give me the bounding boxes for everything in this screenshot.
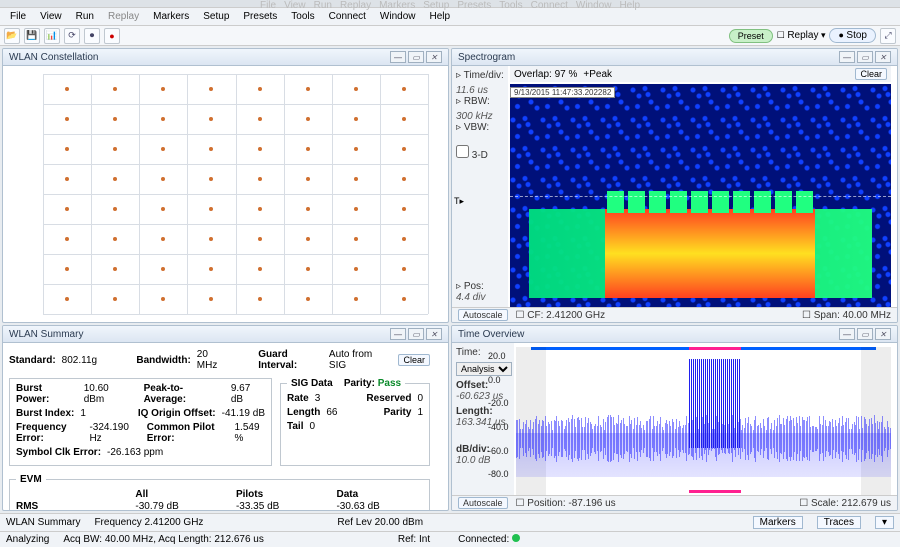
menu-tools[interactable]: Tools <box>285 10 320 23</box>
panel-summary: WLAN Summary —▭✕ Standard: 802.11g Bandw… <box>2 325 449 511</box>
statusbar-2: Analyzing Acq BW: 40.00 MHz, Acq Length:… <box>0 531 900 547</box>
statusbar: WLAN Summary Frequency 2.41200 GHz Ref L… <box>0 513 900 531</box>
refresh-icon[interactable]: ⟳ <box>64 28 80 44</box>
markers-button[interactable]: Markers <box>753 516 803 529</box>
stop-button[interactable]: ● Stop <box>829 28 876 43</box>
timestamp-label: 9/13/2015 11:47:33.202282 <box>510 87 615 98</box>
traces-button[interactable]: Traces <box>817 516 861 529</box>
position-label[interactable]: Position: -87.196 us <box>527 498 615 509</box>
scale-label[interactable]: Scale: 212.679 us <box>811 498 891 509</box>
overlap-label: Overlap: 97 % <box>514 69 577 80</box>
menu-view[interactable]: View <box>34 10 68 23</box>
record-icon[interactable]: ⏺ <box>84 28 100 44</box>
spectrogram-plot[interactable] <box>510 84 891 307</box>
panel-time-overview: Time Overview —▭✕ Time: Analysis Offset:… <box>451 325 898 511</box>
cf-label[interactable]: CF: 2.41200 GHz <box>527 310 605 321</box>
panel-title: Time Overview <box>458 329 524 340</box>
panel-title: WLAN Constellation <box>9 52 98 63</box>
menu-window[interactable]: Window <box>374 10 422 23</box>
active-view-label: WLAN Summary <box>6 517 80 528</box>
open-icon[interactable]: 📂 <box>4 28 20 44</box>
panel-title: Spectrogram <box>458 52 515 63</box>
acq-info: Acq BW: 40.00 MHz, Acq Length: 212.676 u… <box>63 534 264 545</box>
panel-spectrogram: Spectrogram —▭✕ Overlap: 97 % +Peak Clea… <box>451 48 898 323</box>
toolbar: 📂 💾 📊 ⟳ ⏺ ● Preset ☐ Replay ▾ ● Stop ⤢ <box>0 26 900 46</box>
autoscale-button[interactable]: Autoscale <box>458 497 508 509</box>
menu-replay[interactable]: Replay <box>102 10 145 23</box>
min-icon[interactable]: — <box>390 51 406 63</box>
3d-checkbox[interactable] <box>456 145 469 158</box>
time-plot[interactable]: 20.0 0.0 -20.0 -40.0 -60.0 -80.0 <box>516 347 891 495</box>
connection-status: Connected: <box>458 534 524 545</box>
collapse-icon[interactable]: ▾ <box>875 516 894 529</box>
clear-button[interactable]: Clear <box>855 68 887 80</box>
replay-toggle[interactable]: Replay <box>787 30 818 41</box>
expand-icon[interactable]: ⤢ <box>880 28 896 44</box>
clear-button[interactable]: Clear <box>398 354 430 366</box>
live-icon[interactable]: ● <box>104 28 120 44</box>
autoscale-button[interactable]: Autoscale <box>458 309 508 321</box>
time-mode-select[interactable]: Analysis <box>456 362 512 376</box>
preset-button[interactable]: Preset <box>729 29 773 43</box>
menu-markers[interactable]: Markers <box>147 10 195 23</box>
peak-label: +Peak <box>583 69 612 80</box>
save-icon[interactable]: 💾 <box>24 28 40 44</box>
menu-run[interactable]: Run <box>70 10 100 23</box>
close-icon[interactable]: ✕ <box>426 51 442 63</box>
chart-icon[interactable]: 📊 <box>44 28 60 44</box>
run-state: Analyzing <box>6 534 49 545</box>
span-label[interactable]: Span: 40.00 MHz <box>814 310 891 321</box>
menu-setup[interactable]: Setup <box>197 10 235 23</box>
max-icon[interactable]: ▭ <box>408 51 424 63</box>
menu-connect[interactable]: Connect <box>323 10 372 23</box>
menu-file[interactable]: File <box>4 10 32 23</box>
panel-constellation: WLAN Constellation —▭✕ <box>2 48 449 323</box>
ref-info: Ref: Int <box>398 534 430 545</box>
menu-help[interactable]: Help <box>423 10 456 23</box>
ghost-menu: File <box>260 0 276 11</box>
menu-presets[interactable]: Presets <box>237 10 283 23</box>
panel-title: WLAN Summary <box>9 329 83 340</box>
